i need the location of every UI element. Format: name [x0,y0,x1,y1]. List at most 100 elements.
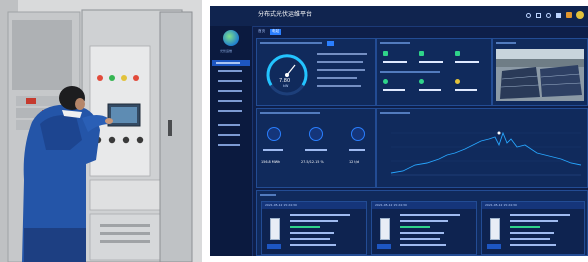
sidebar-item[interactable] [218,80,242,82]
sidebar-group[interactable] [218,134,240,136]
coal-saving-icon [309,127,323,141]
device-detail-button[interactable] [487,244,501,249]
sidebar-item[interactable] [218,90,242,92]
device-status [290,226,320,228]
energy-icon [383,51,388,56]
device-status [400,226,430,228]
device-info [400,214,460,216]
series-line [390,131,582,174]
stat-value [455,61,479,63]
stat-line [317,53,367,55]
environment-panel: 156.8 MWh 27.5/12.15 % 12 t/d [256,108,376,188]
breadcrumb-station[interactable]: 电站 [270,29,282,35]
search-icon[interactable] [526,13,531,18]
device-time: 2021-05-12 15:24:30 [265,203,297,207]
power-line-chart [390,131,582,176]
settings-button[interactable] [327,41,334,46]
device-info [290,214,350,216]
panel-title-bar [260,194,276,196]
panel-subtitle-bar [380,71,440,73]
sidebar: 光伏运维 [210,26,253,256]
device-info [510,214,570,216]
logo-icon [223,30,239,46]
data-point-marker [497,131,501,135]
sidebar-item[interactable] [218,70,242,72]
notification-icon[interactable] [566,12,572,18]
device-info [510,232,554,234]
carbon-icon [383,79,388,84]
stat-line [317,77,357,79]
stat-value [419,89,441,91]
panel-title-bar [260,42,322,44]
device-time: 2021-05-12 15:24:30 [375,203,407,207]
stat-value [455,89,477,91]
stat-value [383,89,405,91]
device-card[interactable]: 2021-05-12 15:24:30 [261,201,367,255]
device-info [290,238,330,240]
panel-title-bar [380,112,410,114]
sidebar-item[interactable] [218,100,242,102]
stat-line [317,69,365,71]
stat-line [317,85,361,87]
inverter-icon [380,218,390,240]
device-detail-button[interactable] [377,244,391,249]
device-list-panel: 2021-05-12 15:24:30 2021-05-12 15:24:30 [256,190,588,256]
solar-roof-photo [496,49,584,101]
app-title: 分布式光伏运维平台 [258,11,313,18]
user-avatar[interactable] [576,11,584,19]
kpi-value-co2: 12 t/d [349,160,360,164]
photo-technician-cabinet [0,0,202,262]
device-info [510,238,550,240]
kpi-label [263,149,283,151]
device-info [510,244,556,246]
stat-value [383,61,407,63]
logo-caption: 光伏运维 [220,49,233,53]
energy-icon [455,51,460,56]
photo-illustration [0,0,202,262]
menu-icon[interactable] [256,14,260,18]
device-status [510,226,540,228]
sidebar-group[interactable] [218,144,240,146]
kpi-value-coal: 27.5/12.15 % [301,160,324,164]
panel-title-bar [260,112,320,114]
sidebar-group[interactable] [218,124,240,126]
power-gauge [266,54,308,96]
fullscreen-icon[interactable] [536,13,541,18]
device-info [290,232,334,234]
carbon-icon [455,79,460,84]
sidebar-item-bar [216,62,240,64]
device-card[interactable]: 2021-05-12 15:24:30 [371,201,477,255]
kpi-label [349,149,365,151]
top-bar: 分布式光伏运维平台 [210,6,588,27]
kpi-label [305,149,327,151]
monitoring-dashboard: 分布式光伏运维平台 首页 电站 光伏运维 7.80 kW 156.8 MWh 2… [210,6,588,256]
energy-icon [419,51,424,56]
device-info [290,220,338,222]
device-time: 2021-05-12 15:24:30 [485,203,517,207]
inverter-icon [270,218,280,240]
grid-icon[interactable] [556,13,561,18]
kpi-value-energy: 156.8 MWh [261,160,281,164]
device-info [400,244,446,246]
device-info [400,232,444,234]
panel-title-bar [496,42,516,44]
device-info [290,244,336,246]
co2-reduction-icon [351,127,365,141]
generation-panel [376,38,492,106]
device-info [510,220,558,222]
carbon-icon [419,79,424,84]
device-detail-button[interactable] [267,244,281,249]
energy-saving-icon [267,127,281,141]
stat-line [317,61,363,63]
sidebar-item[interactable] [218,110,242,112]
panel-title-bar [380,42,410,44]
refresh-icon[interactable] [546,13,551,18]
site-photo-panel [492,38,588,106]
power-curve-panel [376,108,588,188]
gauge-unit: kW [283,84,289,88]
breadcrumb-home[interactable]: 首页 [258,29,265,34]
device-info [400,238,440,240]
inverter-icon [490,218,500,240]
overview-panel: 7.80 kW [256,38,376,106]
device-card[interactable]: 2021-05-12 15:24:30 [481,201,585,255]
